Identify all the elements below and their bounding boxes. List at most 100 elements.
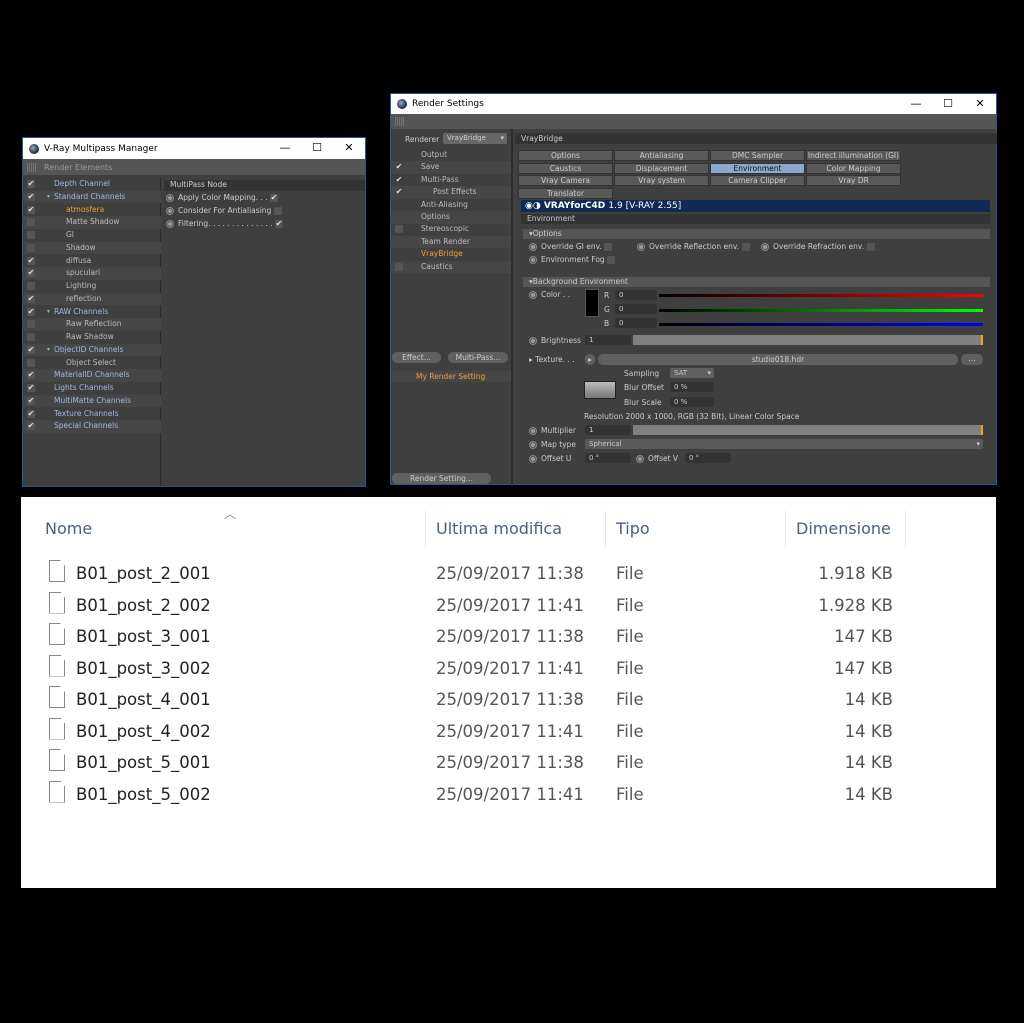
- minimize-button[interactable]: —: [900, 94, 932, 114]
- channel-item[interactable]: Shadow: [23, 241, 161, 255]
- render-setting-item[interactable]: My Render Setting: [391, 371, 511, 382]
- checkbox[interactable]: ✔: [274, 220, 283, 228]
- tab-indirect-illumination-gi-[interactable]: Indirect illumination (GI): [806, 150, 901, 161]
- sampling-dropdown[interactable]: SAT ▾: [670, 368, 714, 378]
- column-header-modified[interactable]: Ultima modifica: [436, 519, 562, 538]
- grip-icon[interactable]: [27, 162, 36, 172]
- g-field[interactable]: 0: [615, 304, 657, 314]
- checkbox[interactable]: [27, 231, 35, 239]
- tab-environment[interactable]: Environment: [710, 162, 805, 174]
- channel-item[interactable]: ✔ diffusa: [23, 255, 161, 268]
- settings-item[interactable]: Stereoscopic: [391, 223, 511, 236]
- checkbox[interactable]: ✔: [27, 345, 35, 354]
- channel-item[interactable]: ✔ Standard Channels ▾: [23, 190, 161, 204]
- tab-dmc-sampler[interactable]: DMC Sampler: [710, 150, 805, 161]
- color-swatch[interactable]: [585, 289, 599, 317]
- checkbox[interactable]: [273, 207, 282, 215]
- checkbox[interactable]: ✔: [395, 163, 403, 171]
- channel-item[interactable]: ✔ spuculari: [23, 267, 161, 280]
- settings-item[interactable]: Anti-Aliasing: [391, 199, 511, 212]
- tab-vray-system[interactable]: Vray system: [614, 175, 709, 186]
- file-row[interactable]: B01_post_3_001 25/09/2017 11:38 File 147 KB: [21, 623, 996, 651]
- checkbox[interactable]: ✔: [27, 409, 35, 418]
- expand-arrow-icon[interactable]: ▾: [47, 344, 50, 357]
- checkbox[interactable]: ✔: [27, 371, 35, 380]
- channel-item[interactable]: GI: [23, 229, 161, 242]
- channel-item[interactable]: Raw Shadow: [23, 331, 161, 344]
- checkbox[interactable]: ✔: [27, 180, 35, 188]
- tab-antialiasing[interactable]: Antialiasing: [614, 150, 709, 161]
- b-slider[interactable]: [659, 323, 983, 326]
- settings-item[interactable]: Options: [391, 211, 511, 224]
- checkbox[interactable]: [27, 282, 35, 290]
- expand-arrow-icon[interactable]: ▾: [47, 191, 50, 204]
- file-row[interactable]: B01_post_5_001 25/09/2017 11:38 File 14 KB: [21, 749, 996, 777]
- channel-item[interactable]: ✔ atmosfera: [23, 204, 161, 217]
- settings-item[interactable]: ✔ Post Effects: [391, 186, 511, 199]
- multipass-option[interactable]: Filtering. . . . . . . . . . . . . . ✔: [166, 217, 365, 230]
- checkbox[interactable]: [27, 358, 35, 367]
- options-section-header[interactable]: ▾Options: [523, 229, 990, 239]
- channel-item[interactable]: ✔ reflection: [23, 292, 161, 306]
- channel-item[interactable]: ✔ Depth Channel: [23, 178, 161, 191]
- channel-item[interactable]: ✔ MultiMatte Channels: [23, 394, 161, 408]
- checkbox[interactable]: ✔: [27, 422, 35, 431]
- channel-item[interactable]: ✔ ObjectID Channels ▾: [23, 343, 161, 357]
- maximize-button[interactable]: ☐: [301, 138, 333, 159]
- checkbox[interactable]: ✔: [395, 188, 403, 196]
- r-field[interactable]: 0: [615, 290, 657, 300]
- channel-item[interactable]: ✔ Lights Channels: [23, 382, 161, 395]
- override-reflection-option[interactable]: Override Reflection env.: [637, 242, 750, 251]
- file-row[interactable]: B01_post_4_001 25/09/2017 11:38 File 14 KB: [21, 686, 996, 714]
- override-gi-option[interactable]: Override GI env.: [529, 242, 613, 251]
- grip-icon[interactable]: [395, 117, 404, 126]
- multiplier-slider[interactable]: [633, 425, 983, 435]
- channel-item[interactable]: Lighting: [23, 280, 161, 293]
- tab-vray-camera[interactable]: Vray Camera: [518, 175, 613, 186]
- browse-button[interactable]: ...: [961, 354, 983, 365]
- blur-scale-field[interactable]: 0 %: [670, 397, 714, 407]
- checkbox[interactable]: ✔: [27, 269, 35, 278]
- override-refraction-option[interactable]: Override Refraction env.: [761, 242, 875, 251]
- file-row[interactable]: B01_post_2_002 25/09/2017 11:41 File 1.928 …: [21, 591, 996, 620]
- file-row[interactable]: B01_post_2_001 25/09/2017 11:38 File 1.918 …: [21, 560, 996, 588]
- background-section-header[interactable]: ▾Background Environment: [523, 277, 990, 287]
- radio-icon[interactable]: [166, 220, 174, 228]
- checkbox[interactable]: [395, 225, 403, 234]
- tab-camera-clipper[interactable]: Camera Clipper: [710, 175, 805, 186]
- texture-menu-button[interactable]: ▸: [585, 354, 595, 365]
- texture-file-field[interactable]: studio018.hdr: [598, 354, 958, 365]
- checkbox[interactable]: ✔: [27, 256, 35, 265]
- file-row[interactable]: B01_post_3_002 25/09/2017 11:41 File 147 KB: [21, 654, 996, 683]
- channel-item[interactable]: Raw Reflection: [23, 318, 161, 331]
- expand-arrow-icon[interactable]: ▾: [47, 306, 50, 319]
- channel-item[interactable]: ✔ MaterialID Channels: [23, 369, 161, 382]
- checkbox[interactable]: ✔: [27, 384, 35, 392]
- checkbox[interactable]: ✔: [27, 294, 35, 303]
- tab-displacement[interactable]: Displacement: [614, 162, 709, 174]
- settings-item[interactable]: ✔ Save: [391, 161, 511, 175]
- checkbox[interactable]: ✔: [395, 175, 403, 184]
- tab-caustics[interactable]: Caustics: [518, 162, 613, 174]
- checkbox[interactable]: [395, 262, 403, 271]
- channel-item[interactable]: ✔ RAW Channels ▾: [23, 306, 161, 319]
- checkbox[interactable]: [27, 320, 35, 329]
- brightness-field[interactable]: 1: [585, 335, 631, 345]
- close-button[interactable]: ✕: [964, 94, 996, 114]
- g-slider[interactable]: [659, 309, 983, 312]
- channel-item[interactable]: ✔ Special Channels: [23, 420, 161, 433]
- column-header-name[interactable]: Nome: [45, 519, 92, 538]
- close-button[interactable]: ✕: [333, 138, 365, 159]
- checkbox[interactable]: [27, 333, 35, 341]
- tab-vray-dr[interactable]: Vray DR: [806, 175, 901, 186]
- multipass-option[interactable]: Apply Color Mapping. . . ✔: [166, 191, 365, 204]
- effect-button[interactable]: Effect...: [392, 352, 441, 363]
- render-setting-button[interactable]: Render Setting...: [392, 473, 491, 484]
- checkbox[interactable]: [27, 218, 35, 227]
- radio-icon[interactable]: [166, 207, 174, 215]
- multipass-option[interactable]: Consider For Antialiasing: [166, 204, 365, 217]
- minimize-button[interactable]: —: [269, 138, 301, 159]
- checkbox[interactable]: [27, 243, 35, 252]
- channel-item[interactable]: Matte Shadow: [23, 216, 161, 229]
- checkbox[interactable]: ✔: [270, 194, 279, 202]
